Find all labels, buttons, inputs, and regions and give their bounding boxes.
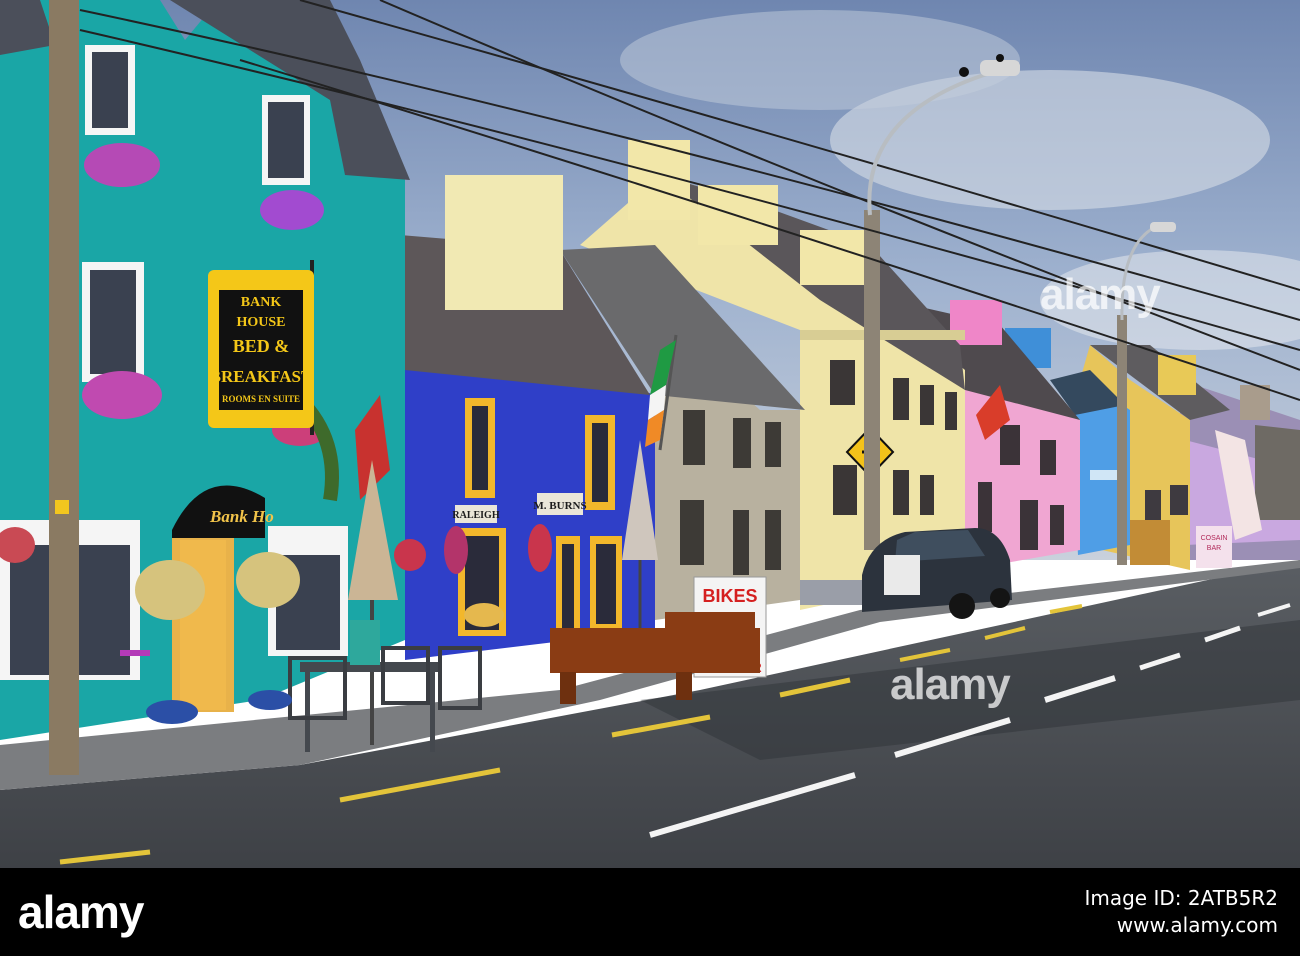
watermark: alamy — [890, 660, 1011, 709]
street-scene: Bank Ho BANK HOUSE BED & BREAKFAST ROOMS… — [0, 0, 1300, 868]
cosain-sign-line2: BAR — [1207, 545, 1221, 552]
street-photo: Bank Ho BANK HOUSE BED & BREAKFAST ROOMS… — [0, 0, 1300, 956]
stock-footer: alamy Image ID: 2ATB5R2 www.alamy.com — [0, 868, 1300, 956]
cloud — [620, 10, 1020, 110]
image-id: Image ID: 2ATB5R2 — [1084, 886, 1278, 910]
footer-url[interactable]: www.alamy.com — [1084, 912, 1278, 939]
alamy-logo: alamy — [18, 886, 144, 938]
bank-house-sign-line4: BREAKFAST — [210, 367, 313, 386]
bank-house-sign-line2: HOUSE — [236, 315, 285, 330]
cosain-sign-line1: COSAIN — [1201, 535, 1228, 542]
awning-text: Bank Ho — [209, 507, 274, 526]
bank-house-sign: BANK HOUSE BED & BREAKFAST ROOMS EN SUIT… — [208, 260, 314, 435]
watermark: alamy — [1040, 270, 1161, 319]
bank-house-sign-line1: BANK — [241, 295, 282, 310]
bank-house-sign-line3: BED & — [233, 336, 290, 356]
footer-info: Image ID: 2ATB5R2 www.alamy.com — [1084, 885, 1278, 939]
bank-house-sign-line5: ROOMS EN SUITE — [222, 394, 300, 404]
raleigh-sign: RALEIGH — [452, 510, 499, 521]
bikes-sign-line1: BIKES — [702, 586, 757, 606]
burns-sign: M. BURNS — [533, 500, 586, 512]
